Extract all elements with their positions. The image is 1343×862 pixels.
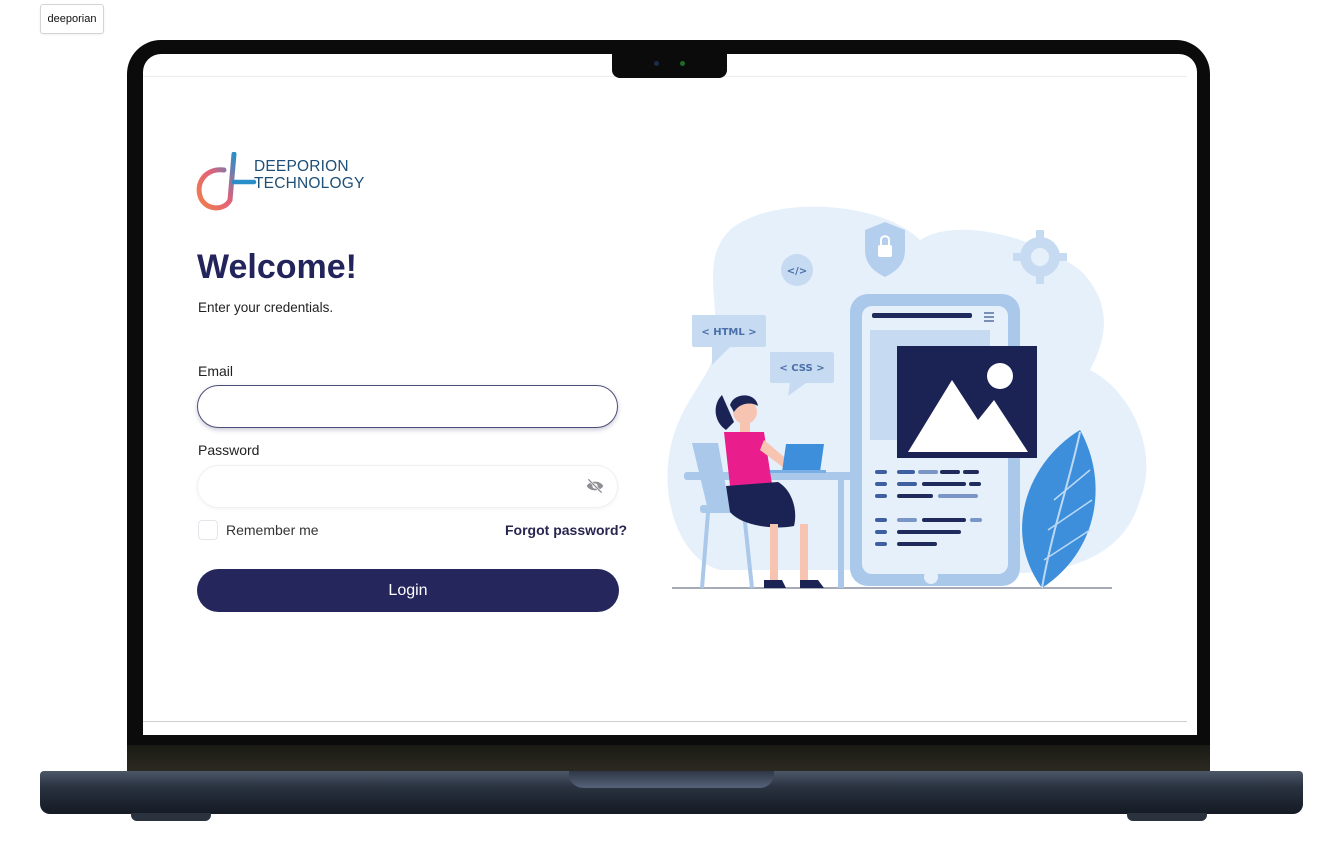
laptop-foot-left — [131, 813, 211, 821]
phone-header-bar — [872, 313, 972, 318]
remember-me-label[interactable]: Remember me — [226, 522, 319, 538]
camera-indicator-light — [680, 61, 685, 66]
email-field[interactable] — [197, 385, 618, 428]
image-icon — [897, 346, 1037, 458]
page-title: Welcome! — [197, 248, 357, 286]
developer-illustration: </> < HTML > < CSS > — [667, 206, 1147, 589]
brand-wordmark: DEEPORION TECHNOLOGY — [254, 158, 365, 192]
html-bubble-label: < HTML > — [701, 327, 756, 338]
eye-off-icon[interactable] — [585, 477, 605, 495]
password-field[interactable] — [197, 465, 618, 508]
email-label: Email — [198, 363, 234, 379]
forgot-password-link[interactable]: Forgot password? — [505, 522, 627, 538]
password-label: Password — [198, 442, 260, 458]
remember-me-checkbox[interactable] — [198, 520, 218, 540]
brand-line-2: TECHNOLOGY — [254, 175, 365, 192]
laptop-opening-groove — [569, 771, 774, 788]
phone-home-button — [924, 570, 938, 584]
camera-notch — [612, 52, 727, 78]
camera-lens — [654, 61, 659, 66]
laptop-chin — [127, 745, 1210, 772]
code-icon-label: </> — [787, 266, 807, 277]
deeporian-button[interactable]: deeporian — [40, 4, 104, 34]
css-bubble-label: < CSS > — [779, 363, 824, 374]
login-button[interactable]: Login — [197, 569, 619, 612]
screen-divider-bottom — [143, 721, 1187, 722]
page-subtitle: Enter your credentials. — [198, 300, 334, 315]
brand-line-1: DEEPORION — [254, 158, 349, 175]
laptop-foot-right — [1127, 813, 1207, 821]
